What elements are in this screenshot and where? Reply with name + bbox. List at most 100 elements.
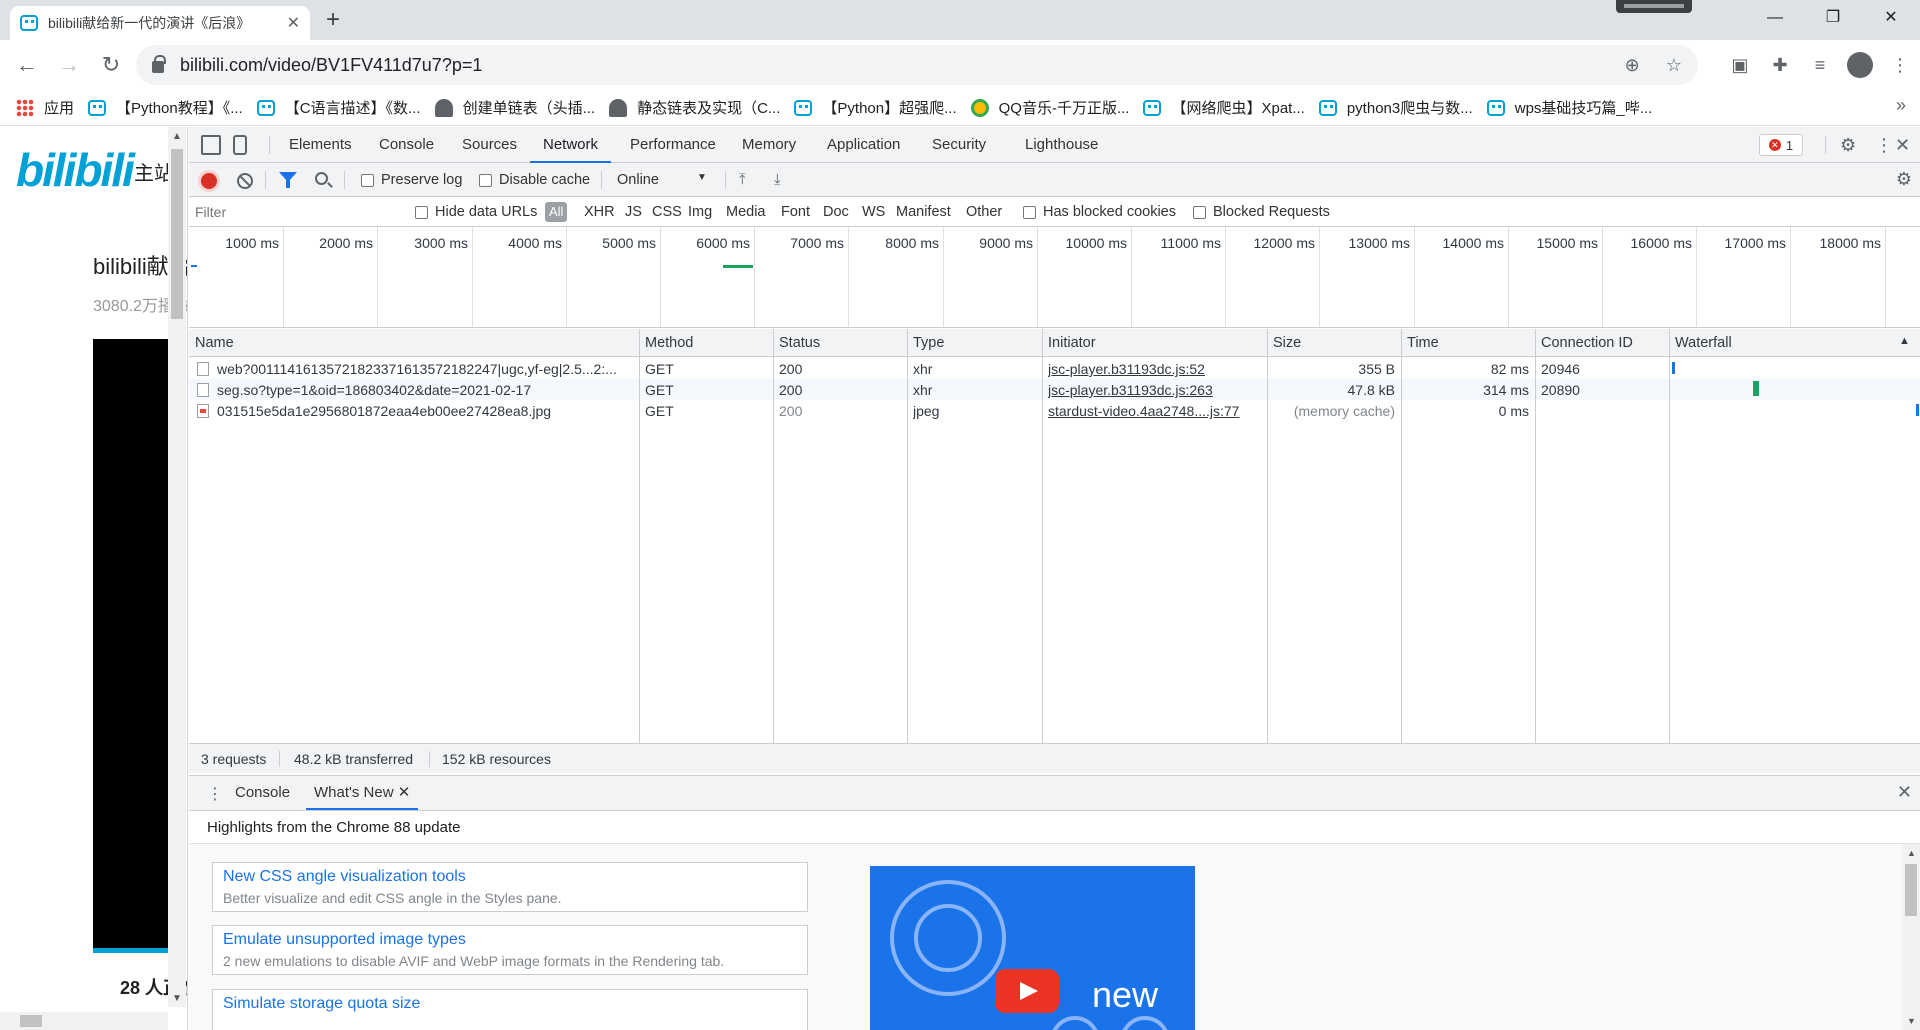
record-icon[interactable] [201,173,217,189]
url-text[interactable]: bilibili.com/video/BV1FV411d7u7?p=1 [180,55,1603,76]
search-icon[interactable] [315,172,328,185]
tab-performance[interactable]: Performance [630,127,716,163]
scroll-down-icon[interactable]: ▼ [172,993,182,1004]
waterfall-bar[interactable] [1916,404,1919,416]
type-filter-js[interactable]: JS [625,204,642,220]
type-filter-xhr[interactable]: XHR [584,204,615,220]
clear-icon[interactable] [237,173,253,189]
type-filter-ws[interactable]: WS [862,204,885,220]
waterfall-bar[interactable] [1752,381,1760,396]
sort-ascending-icon[interactable]: ▲ [1899,335,1910,347]
drawer-scrollbar[interactable]: ▲ ▼ [1902,844,1920,1030]
table-row[interactable]: 031515e5da1e2956801872eaa4eb00ee27428ea8… [189,400,1920,421]
tab-lighthouse[interactable]: Lighthouse [1025,127,1098,163]
close-devtools-icon[interactable]: ✕ [1895,135,1910,156]
scroll-thumb[interactable] [171,149,183,319]
close-window-icon[interactable]: ✕ [1862,0,1920,36]
tab-application[interactable]: Application [827,127,900,163]
bookmark-item[interactable]: 静态链表及实现（C... [609,97,780,118]
bookmark-item[interactable]: wps基础技巧篇_哔... [1486,97,1652,118]
col-time[interactable]: Time [1407,335,1439,351]
video-player[interactable] [93,339,168,953]
bookmark-star-icon[interactable]: ☆ [1666,55,1682,75]
bookmark-item[interactable]: 【Python教程】《... [88,97,243,118]
scroll-up-icon[interactable]: ▲ [1907,848,1916,858]
request-initiator[interactable]: stardust-video.4aa2748....js:77 [1048,403,1260,419]
bookmark-item[interactable]: QQ音乐-千万正版... [970,97,1129,118]
new-tab-icon[interactable]: + [326,8,340,32]
tab-security[interactable]: Security [932,127,986,163]
column-divider[interactable] [1042,329,1043,743]
column-divider[interactable] [639,329,640,743]
type-filter-manifest[interactable]: Manifest [896,204,951,220]
drawer-tab-console[interactable]: Console [235,776,290,810]
col-type[interactable]: Type [913,335,944,351]
table-row[interactable]: seg.so?type=1&oid=186803402&date=2021-02… [189,379,1920,400]
column-divider[interactable] [1401,329,1402,743]
column-divider[interactable] [1669,329,1670,743]
tab-close-icon[interactable]: ✕ [287,13,300,33]
device-toolbar-icon[interactable] [233,135,247,155]
col-size[interactable]: Size [1273,335,1301,351]
scroll-up-icon[interactable]: ▲ [172,131,182,142]
col-connection-id[interactable]: Connection ID [1541,335,1633,351]
filter-input[interactable] [191,200,401,224]
bookmark-apps[interactable]: 应用 [16,97,74,118]
hide-data-urls-checkbox[interactable]: Hide data URLs [415,204,537,220]
feature-title[interactable]: New CSS angle visualization tools [223,868,797,886]
column-divider[interactable] [907,329,908,743]
feature-card[interactable]: Simulate storage quota size [212,989,808,1030]
column-divider[interactable] [773,329,774,743]
settings-gear-icon[interactable]: ⚙ [1840,135,1856,156]
col-method[interactable]: Method [645,335,693,351]
table-row[interactable]: web?001114161357218233716135721822​47|ug… [189,358,1920,379]
type-filter-other[interactable]: Other [966,204,1002,220]
extension-c-icon[interactable]: ▣ [1720,55,1760,76]
drawer-tab-whats-new[interactable]: What's New ✕ [306,776,419,810]
request-initiator[interactable]: jsc-player.b31193dc.js:52 [1048,361,1260,377]
zoom-icon[interactable]: ⊕ [1625,55,1640,75]
request-name[interactable]: web?001114161357218233716135721822​47|ug… [217,361,632,377]
scroll-thumb[interactable] [20,1015,42,1027]
type-filter-all[interactable]: All [545,202,568,222]
disable-cache-checkbox[interactable]: Disable cache [479,172,590,188]
youtube-play-icon[interactable] [995,969,1059,1013]
media-queue-icon[interactable]: ≡ [1800,55,1840,76]
throttling-select[interactable]: Online ▼ [617,172,707,188]
reload-icon[interactable]: ↻ [90,52,132,78]
bookmark-item[interactable]: 【网络爬虫】Xpat... [1143,97,1305,118]
blocked-requests-checkbox[interactable]: Blocked Requests [1193,204,1330,220]
column-divider[interactable] [1535,329,1536,743]
network-overview-timeline[interactable]: 1000 ms 2000 ms 3000 ms 4000 ms 5000 ms 6000 … [189,227,1920,328]
bookmarks-overflow-icon[interactable]: » [1896,95,1906,116]
network-settings-icon[interactable]: ⚙ [1896,169,1912,190]
type-filter-doc[interactable]: Doc [823,204,849,220]
tab-sources[interactable]: Sources [462,127,517,163]
drawer-menu-icon[interactable]: ⋮ [207,784,223,804]
extensions-puzzle-icon[interactable]: ✚ [1760,55,1800,76]
lock-icon[interactable] [152,55,166,73]
bilibili-logo[interactable]: bilibili [16,143,135,197]
tab-memory[interactable]: Memory [742,127,796,163]
feature-title[interactable]: Emulate unsupported image types [223,931,797,949]
address-bar[interactable]: bilibili.com/video/BV1FV411d7u7?p=1 ⊕ ☆ [136,45,1698,85]
type-filter-css[interactable]: CSS [652,204,682,220]
minimize-icon[interactable]: — [1746,0,1804,36]
type-filter-media[interactable]: Media [726,204,766,220]
page-vertical-scrollbar[interactable]: ▲ ▼ [168,127,186,1007]
menu-kebab-icon[interactable]: ⋮ [1880,55,1920,76]
request-name[interactable]: 031515e5da1e2956801872eaa4eb00ee27428ea8… [217,403,632,419]
restore-icon[interactable]: ❐ [1804,0,1862,36]
browser-tab[interactable]: bilibili献给新一代的演讲《后浪》 ✕ [10,6,310,40]
inspect-element-icon[interactable] [201,135,221,155]
feature-card[interactable]: New CSS angle visualization tools Better… [212,862,808,912]
col-name[interactable]: Name [195,335,234,351]
import-har-icon[interactable]: ⤒ [739,171,746,188]
column-divider[interactable] [1267,329,1268,743]
bookmark-item[interactable]: python3爬虫与数... [1318,97,1473,118]
waterfall-bar[interactable] [1672,362,1676,374]
tab-network[interactable]: Network [530,127,612,163]
feature-card[interactable]: Emulate unsupported image types 2 new em… [212,925,808,975]
scroll-thumb[interactable] [1905,864,1917,916]
filter-icon[interactable] [279,172,297,188]
